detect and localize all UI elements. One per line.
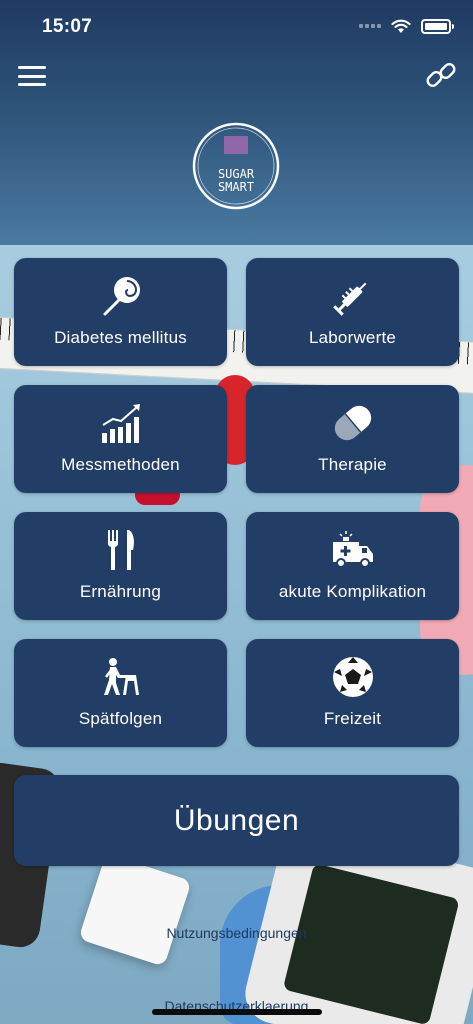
tile-label: Laborwerte	[308, 328, 397, 347]
home-indicator	[152, 1009, 322, 1015]
status-icons	[359, 16, 454, 36]
app-header: 15:07 SUGAR SMART	[0, 0, 473, 245]
sugar-cube-decoration	[78, 853, 192, 967]
tile-ernaehrung[interactable]: Ernährung	[14, 512, 227, 620]
chain-link-icon[interactable]	[424, 58, 458, 92]
tile-freizeit[interactable]: Freizeit	[246, 639, 459, 747]
ambulance-icon	[331, 528, 375, 572]
soccer-ball-icon	[331, 655, 375, 699]
terms-of-use-link[interactable]: Nutzungsbedingungen	[0, 925, 473, 941]
tile-laborwerte[interactable]: Laborwerte	[246, 258, 459, 366]
tile-label: Therapie	[318, 455, 387, 474]
tile-therapie[interactable]: Therapie	[246, 385, 459, 493]
syringe-icon	[331, 274, 375, 318]
tile-label: Spätfolgen	[78, 709, 163, 728]
tile-akute-komplikation[interactable]: akute Komplikation	[246, 512, 459, 620]
lollipop-icon	[99, 274, 143, 318]
tile-label: Ernährung	[79, 582, 162, 601]
cellular-signal-icon	[359, 24, 381, 28]
tile-label: Messmethoden	[61, 455, 180, 474]
status-bar: 15:07	[0, 0, 473, 52]
sugar-smart-logo: SUGAR SMART	[192, 122, 280, 210]
svg-text:SMART: SMART	[218, 180, 254, 194]
tile-diabetes-mellitus[interactable]: Diabetes mellitus	[14, 258, 227, 366]
tile-label: akute Komplikation	[278, 582, 427, 601]
tile-label: Freizeit	[323, 709, 382, 728]
svg-text:SUGAR: SUGAR	[218, 167, 255, 181]
tile-spaetfolgen[interactable]: Spätfolgen	[14, 639, 227, 747]
tile-label: Diabetes mellitus	[54, 328, 187, 347]
wifi-icon	[391, 19, 411, 33]
battery-icon	[421, 18, 454, 34]
bar-chart-trend-icon	[99, 401, 143, 445]
fork-knife-icon	[99, 528, 143, 572]
hamburger-menu-icon[interactable]	[18, 64, 46, 88]
status-time: 15:07	[42, 16, 93, 37]
elderly-walker-icon	[99, 655, 143, 699]
exercises-button[interactable]: Übungen	[14, 775, 459, 866]
capsule-pill-icon	[331, 401, 375, 445]
tile-messmethoden[interactable]: Messmethoden	[14, 385, 227, 493]
